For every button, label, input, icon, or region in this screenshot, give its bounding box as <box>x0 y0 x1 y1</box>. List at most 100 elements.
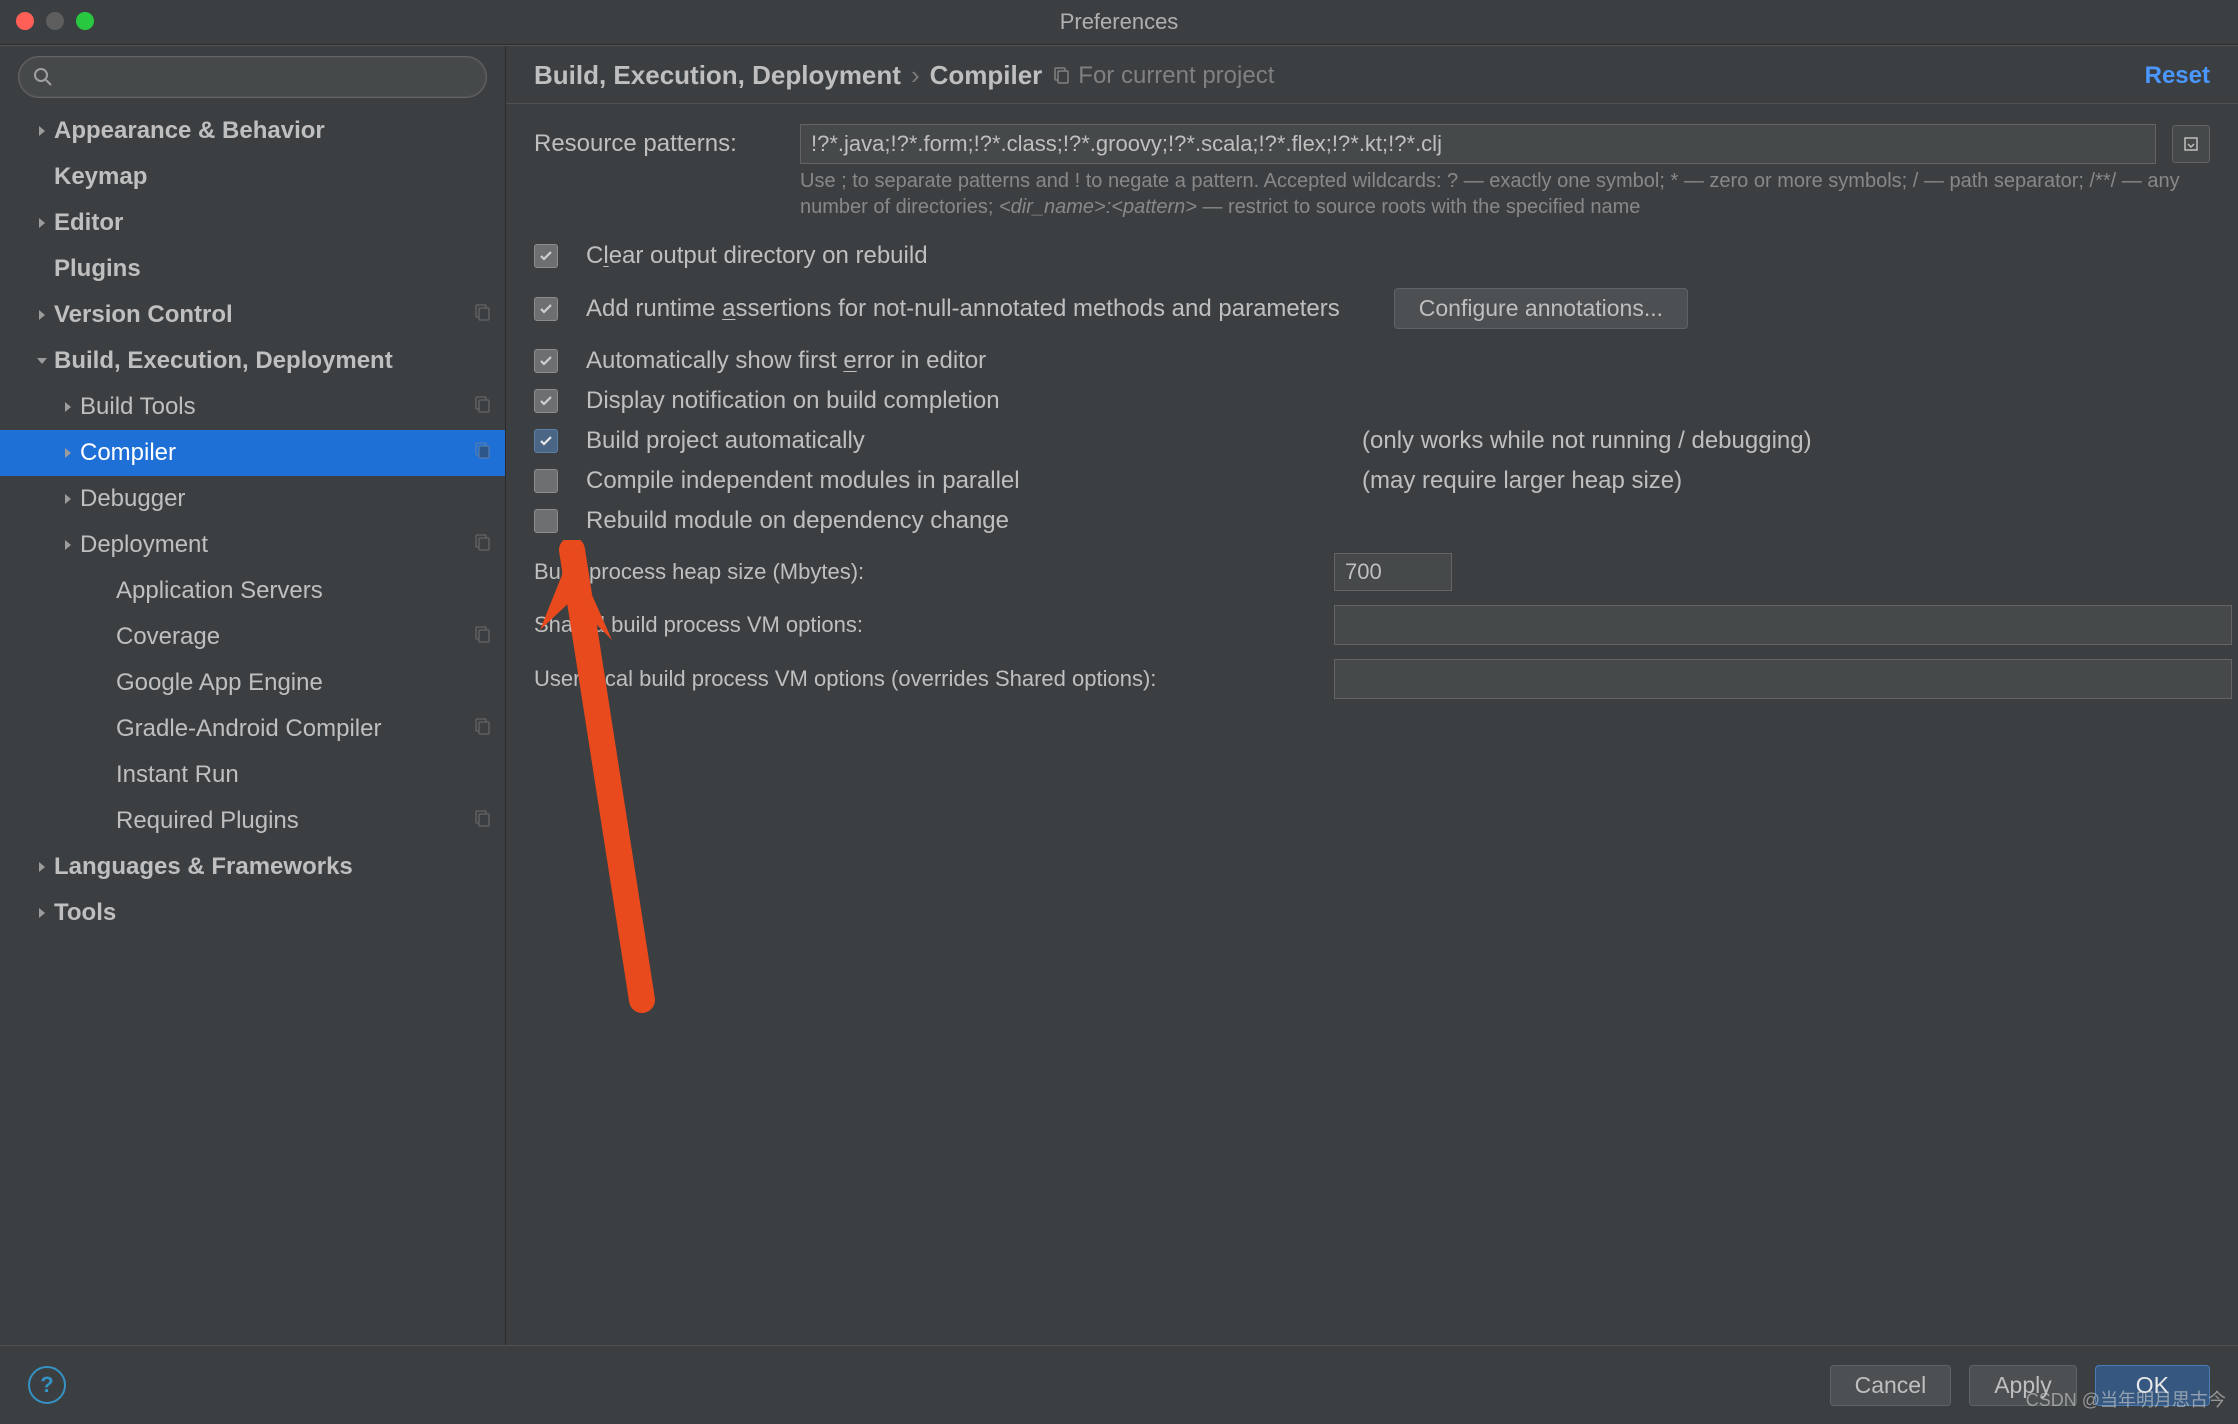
sidebar-item-label: Gradle-Android Compiler <box>116 715 381 743</box>
copy-icon <box>473 393 491 421</box>
sidebar-item-version-control[interactable]: Version Control <box>0 292 505 338</box>
copy-icon <box>473 301 491 329</box>
sidebar-item-label: Tools <box>54 899 116 927</box>
sidebar-item-label: Application Servers <box>116 577 323 605</box>
maximize-icon[interactable] <box>76 12 94 30</box>
search-input[interactable] <box>18 56 487 98</box>
copy-icon <box>473 623 491 651</box>
user-vm-label: User-local build process VM options (ove… <box>534 666 1334 692</box>
sidebar-item-compiler[interactable]: Compiler <box>0 430 505 476</box>
sidebar-item-deployment[interactable]: Deployment <box>0 522 505 568</box>
chevron-right-icon <box>56 539 80 551</box>
copy-icon <box>473 531 491 559</box>
chevron-right-icon <box>56 493 80 505</box>
main-panel: Build, Execution, Deployment › Compiler … <box>506 46 2238 1345</box>
copy-icon <box>473 807 491 835</box>
build-auto-label: Build project automatically <box>586 427 1346 455</box>
sidebar-item-label: Required Plugins <box>116 807 299 835</box>
chevron-down-icon <box>30 355 54 367</box>
sidebar-item-label: Plugins <box>54 255 141 283</box>
sidebar-item-label: Build, Execution, Deployment <box>54 347 393 375</box>
window-title: Preferences <box>0 9 2238 35</box>
rebuild-dep-checkbox[interactable] <box>534 509 558 533</box>
sidebar-item-build-tools[interactable]: Build Tools <box>0 384 505 430</box>
sidebar-item-application-servers[interactable]: Application Servers <box>0 568 505 614</box>
sidebar-item-label: Debugger <box>80 485 185 513</box>
sidebar-item-label: Editor <box>54 209 123 237</box>
scope-indicator: For current project <box>1052 62 1274 90</box>
show-error-checkbox[interactable] <box>534 349 558 373</box>
resource-patterns-label: Resource patterns: <box>534 130 784 158</box>
sidebar-item-coverage[interactable]: Coverage <box>0 614 505 660</box>
sidebar-item-label: Build Tools <box>80 393 196 421</box>
reset-link[interactable]: Reset <box>2145 62 2210 90</box>
shared-vm-input[interactable] <box>1334 605 2232 645</box>
chevron-right-icon <box>56 447 80 459</box>
assertions-checkbox[interactable] <box>534 297 558 321</box>
sidebar-item-label: Keymap <box>54 163 147 191</box>
preferences-window: Preferences Appearance & Behavior Keymap E… <box>0 0 2238 1424</box>
resource-patterns-input[interactable] <box>800 124 2156 164</box>
breadcrumb: Build, Execution, Deployment › Compiler … <box>534 60 2133 91</box>
sidebar-item-instant-run[interactable]: Instant Run <box>0 752 505 798</box>
sidebar-item-label: Instant Run <box>116 761 239 789</box>
chevron-right-icon <box>30 907 54 919</box>
sidebar-item-appearance-behavior[interactable]: Appearance & Behavior <box>0 108 505 154</box>
minimize-icon[interactable] <box>46 12 64 30</box>
chevron-right-icon <box>30 217 54 229</box>
sidebar-item-keymap[interactable]: Keymap <box>0 154 505 200</box>
help-button[interactable]: ? <box>28 1366 66 1404</box>
sidebar-item-label: Google App Engine <box>116 669 323 697</box>
rebuild-dep-label: Rebuild module on dependency change <box>586 507 1009 535</box>
breadcrumb-leaf: Compiler <box>930 60 1043 91</box>
user-vm-input[interactable] <box>1334 659 2232 699</box>
expand-button[interactable] <box>2172 125 2210 163</box>
sidebar-item-label: Languages & Frameworks <box>54 853 353 881</box>
chevron-right-icon <box>30 861 54 873</box>
notify-label: Display notification on build completion <box>586 387 1000 415</box>
sidebar-item-label: Deployment <box>80 531 208 559</box>
configure-annotations-button[interactable]: Configure annotations... <box>1394 288 1688 329</box>
close-icon[interactable] <box>16 12 34 30</box>
clear-output-checkbox[interactable] <box>534 244 558 268</box>
watermark: CSDN @当年明月思古今 <box>2026 1386 2226 1412</box>
sidebar: Appearance & Behavior Keymap Editor Plugins… <box>0 46 506 1345</box>
chevron-right-icon: › <box>911 60 920 91</box>
breadcrumb-root[interactable]: Build, Execution, Deployment <box>534 60 901 91</box>
assertions-label: Add runtime assertions for not-null-anno… <box>586 295 1340 323</box>
sidebar-item-google-app-engine[interactable]: Google App Engine <box>0 660 505 706</box>
sidebar-item-required-plugins[interactable]: Required Plugins <box>0 798 505 844</box>
sidebar-item-label: Appearance & Behavior <box>54 117 325 145</box>
sidebar-item-plugins[interactable]: Plugins <box>0 246 505 292</box>
dialog-footer: ? Cancel Apply OK <box>0 1345 2238 1424</box>
sidebar-item-label: Version Control <box>54 301 233 329</box>
parallel-checkbox[interactable] <box>534 469 558 493</box>
sidebar-item-label: Coverage <box>116 623 220 651</box>
search-icon <box>33 67 53 87</box>
show-error-label: Automatically show first error in editor <box>586 347 986 375</box>
sidebar-item-debugger[interactable]: Debugger <box>0 476 505 522</box>
sidebar-item-label: Compiler <box>80 439 176 467</box>
sidebar-item-build-execution-deployment[interactable]: Build, Execution, Deployment <box>0 338 505 384</box>
parallel-label: Compile independent modules in parallel <box>586 467 1346 495</box>
sidebar-item-tools[interactable]: Tools <box>0 890 505 936</box>
copy-icon <box>1052 67 1070 85</box>
sidebar-item-editor[interactable]: Editor <box>0 200 505 246</box>
chevron-right-icon <box>56 401 80 413</box>
heap-size-input[interactable] <box>1334 553 1452 591</box>
expand-icon <box>2182 135 2200 153</box>
sidebar-item-languages-frameworks[interactable]: Languages & Frameworks <box>0 844 505 890</box>
panel-header: Build, Execution, Deployment › Compiler … <box>506 46 2238 104</box>
settings-tree: Appearance & Behavior Keymap Editor Plugins… <box>0 108 505 1345</box>
notify-checkbox[interactable] <box>534 389 558 413</box>
sidebar-item-gradle-android-compiler[interactable]: Gradle-Android Compiler <box>0 706 505 752</box>
copy-icon <box>473 439 491 467</box>
parallel-note: (may require larger heap size) <box>1362 467 1682 495</box>
build-auto-checkbox[interactable] <box>534 429 558 453</box>
heap-size-label: Build process heap size (Mbytes): <box>534 559 1334 585</box>
cancel-button[interactable]: Cancel <box>1830 1365 1952 1406</box>
resource-patterns-hint: Use ; to separate patterns and ! to nega… <box>800 168 2210 220</box>
titlebar: Preferences <box>0 0 2238 45</box>
build-auto-note: (only works while not running / debuggin… <box>1362 427 1812 455</box>
chevron-right-icon <box>30 125 54 137</box>
